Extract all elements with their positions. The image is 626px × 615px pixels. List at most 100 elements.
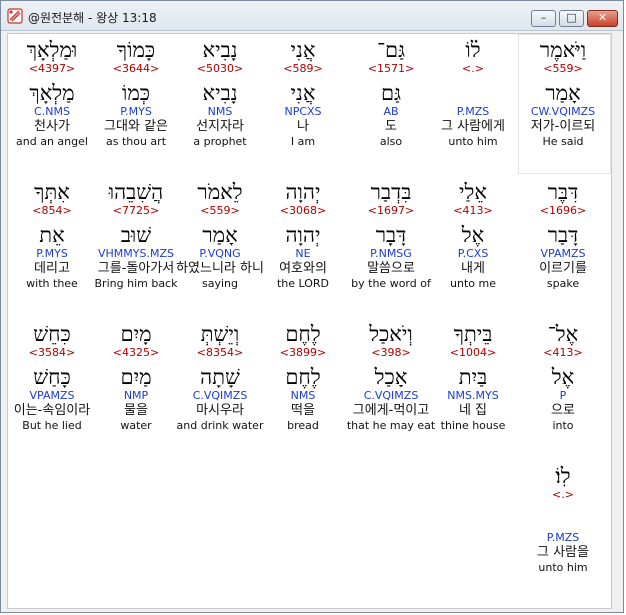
word-cell[interactable]: וַיֹּאמֶר <559> אָמַר CW.VQIMZS 저가-이르되 He sai… [515,38,611,148]
word-cell[interactable]: אֵלַי <413> אֶל P.CXS 내게 unto me [425,180,521,290]
word-cell[interactable]: בִּדְבַר <1697> דָּבָר P.NMSG 말씀으로 by the wor… [343,180,439,290]
word-cell[interactable]: כִּחֵשׁ <3584> כָּחַשׁ VPAMZS 이는-속임이라 But he … [8,322,100,432]
korean-gloss: 그를-돌아가서 [97,261,175,276]
word-cell[interactable]: לֽוֹ׃ <.> P.MZS 그 사람을 unto him [515,464,611,574]
hebrew-root [425,81,521,105]
english-gloss: unto him [448,135,498,148]
english-gloss: Bring him back [94,277,178,290]
korean-gloss: 하였느니라 하니 [176,261,264,276]
korean-gloss: 여호와의 [279,261,327,276]
word-cell[interactable]: וְיֹאכַל <398> אָכַל C.VQIMZS 그에게-먹이고 that he… [343,322,439,432]
parsing-code: NE [295,247,311,260]
hebrew-root: דָּבַר [547,223,579,247]
english-gloss: and drink water [176,419,264,432]
strong-number: <3584> [28,346,76,359]
english-gloss: as thou art [105,135,167,148]
parsing-code: P.MYS [36,247,68,260]
strong-number: <398> [371,346,411,359]
hebrew-root: שָׁתָה [200,365,240,389]
word-cell[interactable]: וְיֵשְׁתְּ <8354> שָׁתָה C.VQIMZS 마시우라 and dr… [172,322,268,432]
korean-gloss: 저가-이르되 [530,119,596,134]
maximize-button[interactable]: □ [559,10,584,27]
parsing-code: C.NMS [34,105,70,118]
hebrew-word: דִּבֶּר [547,180,579,204]
korean-gloss: 그대와 같은 [104,119,168,134]
english-gloss: unto him [538,561,588,574]
hebrew-root: גַּם [380,81,402,105]
korean-gloss: 선지자라 [196,119,244,134]
parsing-code: P.MZS [456,105,490,118]
word-cell[interactable]: יְהוָה <3068> יְהוָה NE 여호와의 the LORD [255,180,351,290]
hebrew-word: וְיֵשְׁתְּ [200,322,240,346]
word-cell[interactable]: מָיִם <4325> מַיִם NMP 물을 water [88,322,184,432]
word-cell[interactable]: אִתְּךָ <854> אֵת P.MYS 데리고 with thee [8,180,100,290]
english-gloss: and an angel [16,135,88,148]
word-cell[interactable]: וּמַלְאָךְ <4397> מַלְאָךְ C.NMS 천사가 and an a… [8,38,100,148]
korean-gloss: 천사가 [34,119,70,134]
hebrew-root: אֵת [39,223,65,247]
korean-gloss: 데리고 [34,261,70,276]
word-cell[interactable]: בֵּיתְךָ <1004> בַּיִת NMS.MYS 네 집 thine hous… [425,322,521,432]
english-gloss: the LORD [276,277,330,290]
english-gloss: spake [546,277,580,290]
hebrew-root: אָמַר [202,223,238,247]
hebrew-root: דָּבָר [375,223,407,247]
korean-gloss: 물을 [124,403,148,418]
bible-app-icon [7,8,23,24]
strong-number: <413> [543,346,583,359]
word-cell[interactable]: דִּבֶּר <1696> דָּבַר VPAMZS 이르기를 spake [515,180,611,290]
strong-number: <3899> [279,346,327,359]
strong-number: <5030> [196,62,244,75]
close-button[interactable]: ✕ [587,10,618,27]
parsing-code: AB [383,105,399,118]
word-cell[interactable]: אֲנִי <589> אֲנִי NPCXS 나 I am [255,38,351,148]
hebrew-word: וַיֹּאמֶר [539,38,587,62]
english-gloss: He said [542,135,584,148]
hebrew-word: אֲנִי [290,38,316,62]
korean-gloss: 떡을 [291,403,315,418]
korean-gloss: 이르기를 [539,261,587,276]
hebrew-root: אֶל [551,365,575,389]
word-cell[interactable]: הֲשִׁבֵהוּ <7725> שׁוּב VHMMYS.MZS 그를-돌아가서 Br… [88,180,184,290]
english-gloss: a prophet [193,135,247,148]
english-gloss: water [120,419,152,432]
korean-gloss: 내게 [461,261,485,276]
hebrew-word: יְהוָה [285,180,321,204]
word-cell[interactable]: לֵאמֹר <559> אָמַר P.VQNG 하였느니라 하니 saying [172,180,268,290]
strong-number: <1571> [367,62,415,75]
word-cell[interactable]: ל֗וֹ <.> P.MZS 그 사람에게 unto him [425,38,521,148]
hebrew-word: וְיֹאכַל [369,322,413,346]
hebrew-word: כָּמוֹךָ [116,38,156,62]
hebrew-root: שׁוּב [120,223,152,247]
word-cell[interactable]: נָבִיא <5030> נָבִיא NMS 선지자라 a prophet [172,38,268,148]
english-gloss: But he lied [22,419,82,432]
english-gloss: into [552,419,574,432]
hebrew-word: לֵאמֹר [197,180,243,204]
hebrew-root: מַלְאָךְ [29,81,75,105]
parsing-code: C.VQIMZS [363,389,419,402]
parsing-code: CW.VQIMZS [530,105,596,118]
strong-number: <1696> [539,204,587,217]
word-cell[interactable]: גַּם־ <1571> גַּם AB 도 also [343,38,439,148]
parsing-code: NMS.MYS [447,389,499,402]
hebrew-word: מָיִם [120,322,152,346]
app-window: @원전분해 - 왕상 13:18 – □ ✕ וַיֹּאמֶר <559> אָמ… [0,0,624,613]
strong-number: <4325> [112,346,160,359]
vertical-scrollbar[interactable] [613,33,623,609]
hebrew-word: נָבִיא [202,38,238,62]
word-cell[interactable]: אֶל־ <413> אֶל P 으로 into [515,322,611,432]
word-cell[interactable]: כָּמוֹךָ <3644> כְּמוֹ P.MYS 그대와 같은 as thou a… [88,38,184,148]
hebrew-word: ל֗וֹ [465,38,481,62]
strong-number: <3644> [112,62,160,75]
korean-gloss: 말씀으로 [367,261,415,276]
title-bar[interactable]: @원전분해 - 왕상 13:18 – □ ✕ [1,1,623,31]
english-gloss: by the word of [351,277,431,290]
hebrew-word: כִּחֵשׁ [33,322,71,346]
minimize-button[interactable]: – [531,10,556,27]
hebrew-word: הֲשִׁבֵהוּ [108,180,164,204]
word-cell[interactable]: לֶחֶם <3899> לֶחֶם NMS 떡을 bread [255,322,351,432]
hebrew-root: כְּמוֹ [121,81,151,105]
strong-number: <8354> [196,346,244,359]
hebrew-root: אֶל [461,223,485,247]
interlinear-panel[interactable]: וַיֹּאמֶר <559> אָמַר CW.VQIMZS 저가-이르되 He sai… [7,33,612,609]
